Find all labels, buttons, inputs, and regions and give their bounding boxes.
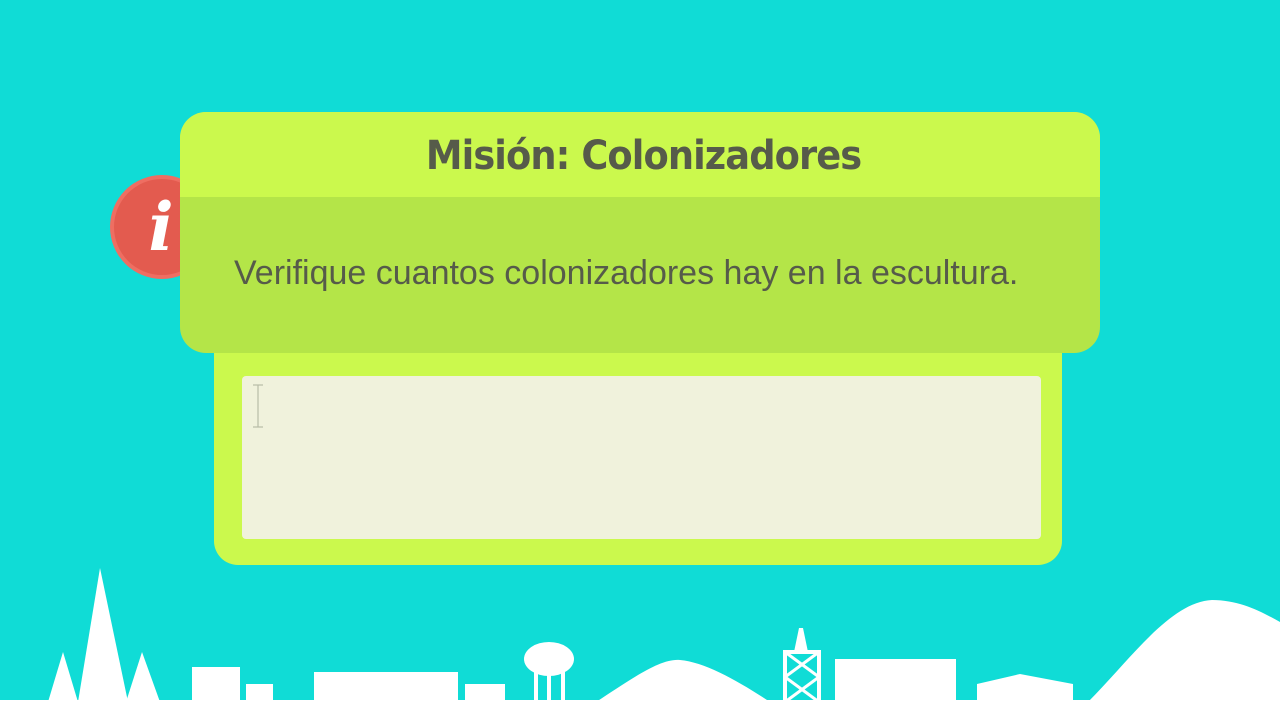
mission-instruction: Verifique cuantos colonizadores hay en l… (234, 254, 1019, 292)
mission-header: Misión: Colonizadores (180, 112, 1100, 197)
answer-input[interactable] (242, 376, 1041, 539)
city-skyline-icon (0, 568, 1280, 720)
mission-title: Misión: Colonizadores (426, 132, 862, 179)
text-cursor-icon (253, 384, 263, 428)
answer-panel (214, 340, 1062, 565)
mission-card: Misión: Colonizadores Verifique cuantos … (180, 112, 1100, 353)
